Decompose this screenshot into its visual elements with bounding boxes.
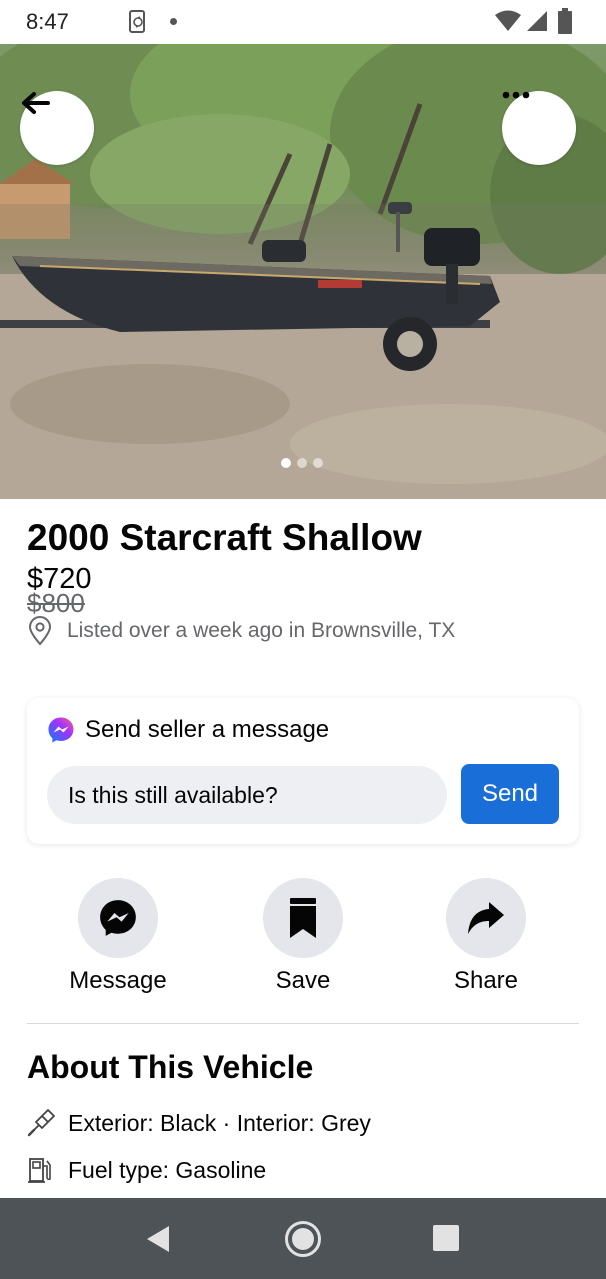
location-row: Listed over a week ago in Brownsville, T… [27, 616, 455, 646]
exterior-detail-text: Exterior: Black · Interior: Grey [68, 1109, 371, 1136]
paintbrush-icon [27, 1109, 55, 1137]
original-price: $800 [27, 588, 85, 618]
location-pin-icon [28, 616, 52, 646]
wifi-icon [495, 10, 521, 31]
message-action-label: Message [69, 967, 167, 994]
about-section-title: About This Vehicle [27, 1049, 314, 1085]
carousel-dot [281, 458, 291, 468]
phone-sync-icon [129, 10, 145, 33]
location-text: Listed over a week ago in Brownsville, T… [67, 619, 456, 642]
exterior-detail-row: Exterior: Black · Interior: Grey [27, 1109, 371, 1137]
listing-photo[interactable] [0, 44, 606, 499]
share-arrow-icon [468, 902, 504, 934]
status-bar: 8:47 [0, 0, 606, 44]
back-button[interactable] [20, 91, 94, 165]
save-action-circle[interactable] [263, 878, 343, 958]
section-divider [27, 1023, 579, 1024]
messenger-outline-icon [100, 900, 136, 936]
status-time: 8:47 [26, 9, 69, 34]
notification-dot-icon [170, 18, 177, 25]
message-input[interactable] [47, 766, 447, 824]
battery-icon [558, 8, 572, 34]
fuel-detail-text: Fuel type: Gasoline [68, 1156, 267, 1183]
bookmark-icon [290, 898, 316, 938]
carousel-dot [297, 458, 307, 468]
carousel-indicator [281, 458, 323, 468]
send-button[interactable]: Send [461, 764, 559, 824]
nav-back-icon[interactable] [146, 1225, 170, 1253]
message-seller-card: Send seller a message Send [27, 698, 579, 844]
signal-icon [527, 11, 547, 31]
card-header-text: Send seller a message [85, 716, 330, 743]
carousel-dot [313, 458, 323, 468]
share-action[interactable]: Share [426, 878, 546, 995]
nav-recents-icon[interactable] [433, 1225, 459, 1251]
messenger-icon [48, 717, 74, 743]
fuel-detail-row: Fuel type: Gasoline [27, 1156, 266, 1184]
save-action[interactable]: Save [243, 878, 363, 995]
more-dots-icon [502, 91, 530, 99]
save-action-label: Save [275, 967, 331, 994]
listing-title: 2000 Starcraft Shallow [27, 517, 422, 558]
fuel-pump-icon [28, 1158, 51, 1183]
arrow-left-icon [22, 92, 50, 114]
system-nav-bar [0, 1198, 606, 1279]
share-action-circle[interactable] [446, 878, 526, 958]
more-options-button[interactable] [502, 91, 576, 165]
nav-home-icon[interactable] [284, 1220, 322, 1258]
message-action-circle[interactable] [78, 878, 158, 958]
message-action[interactable]: Message [58, 878, 178, 995]
share-action-label: Share [453, 967, 519, 994]
card-header: Send seller a message [47, 716, 329, 744]
